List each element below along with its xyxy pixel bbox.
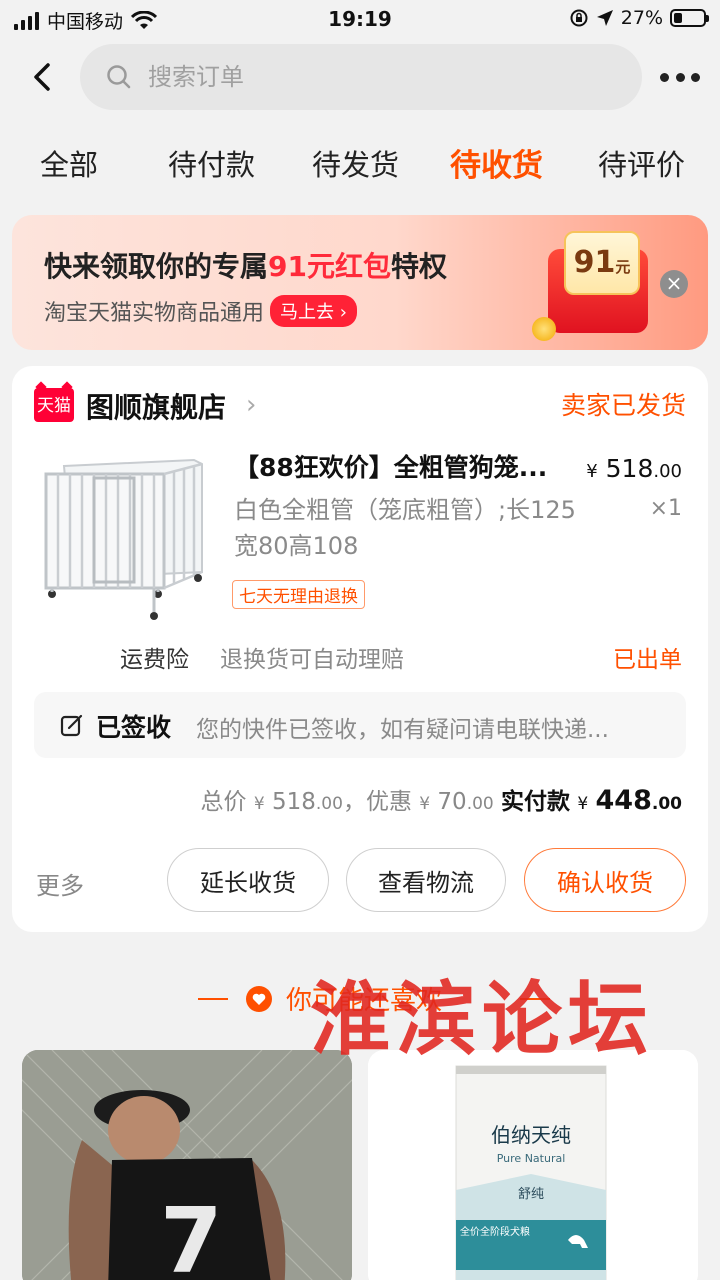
logistics-message: 您的快件已签收，如有疑问请电联快递... [196, 717, 609, 743]
paid-int: 448 [595, 785, 652, 816]
coin-icon [532, 317, 556, 341]
status-bar: 中国移动 19:19 27% [0, 0, 720, 38]
more-options-icon[interactable] [660, 64, 700, 90]
shipping-insurance-label: 运费险 [120, 647, 189, 673]
view-logistics-button[interactable]: 查看物流 [346, 848, 506, 912]
banner-subtitle: 淘宝天猫实物商品通用 马上去 › [44, 295, 357, 327]
logistics-summary[interactable]: 已签收 您的快件已签收，如有疑问请电联快递... [34, 692, 686, 758]
logistics-state: 已签收 [96, 713, 172, 742]
paid-currency: ¥ [577, 794, 589, 814]
banner-title-highlight: 91元红包 [268, 250, 391, 283]
price-currency: ¥ [586, 461, 598, 482]
tab-all[interactable]: 全部 [40, 142, 98, 184]
product-image-tshirt-model: 7 [22, 1050, 352, 1280]
product-title[interactable]: 【88狂欢价】全粗管狗笼... [234, 448, 574, 484]
battery-percent: 27% [620, 7, 663, 29]
order-status: 卖家已发货 [560, 391, 686, 420]
total-label: 总价 [200, 789, 247, 815]
battery-fill [674, 13, 682, 23]
confirm-receipt-button[interactable]: 确认收货 [524, 848, 686, 912]
location-icon [596, 10, 613, 26]
shipping-insurance-status: 已出单 [613, 647, 682, 673]
total-int: 518 [272, 789, 316, 815]
heart-icon [246, 986, 272, 1012]
banner-go-button[interactable]: 马上去 › [270, 295, 357, 327]
banner-subtitle-text: 淘宝天猫实物商品通用 [44, 301, 265, 326]
product-price: ¥ 518.00 [586, 454, 682, 483]
banner-title-suffix: 特权 [390, 250, 447, 283]
forum-watermark: 淮滨论坛 [310, 972, 654, 1066]
rotation-lock-icon [570, 9, 588, 27]
chevron-right-icon[interactable]: › [246, 390, 256, 420]
paid-label: 实付款 [501, 789, 571, 815]
status-right: 27% [569, 7, 709, 29]
product-image-dog-food-bag: 伯纳天纯 Pure Natural 舒纯 全价全阶段犬粮 [368, 1050, 698, 1280]
banner-title: 快来领取你的专属91元红包特权 [44, 245, 447, 285]
order-card: 天猫 图顺旗舰店 › 卖家已发货 【88狂欢价】全粗管狗笼... ¥ 518.0… [12, 366, 708, 932]
product-quantity: ×1 [649, 496, 682, 521]
back-arrow-icon[interactable] [26, 60, 60, 94]
edit-check-icon [60, 714, 83, 737]
discount-dec: .00 [466, 794, 494, 814]
red-packet-unit: 元 [615, 258, 631, 276]
battery-icon [670, 9, 709, 27]
tab-pending-receipt[interactable]: 待收货 [450, 140, 543, 185]
shop-name[interactable]: 图顺旗舰店 [86, 386, 226, 426]
divider-left [198, 998, 228, 1000]
search-input[interactable] [148, 63, 588, 91]
red-packet-banner[interactable]: 快来领取你的专属91元红包特权 淘宝天猫实物商品通用 马上去 › 91元 [12, 215, 708, 350]
recommend-product-card-left[interactable]: 7 [22, 1050, 352, 1280]
dog-food-subline: 舒纯 [518, 1187, 544, 1202]
discount-label: ，优惠 [342, 789, 412, 815]
total-dec: .00 [315, 794, 343, 814]
search-bar[interactable] [80, 44, 642, 110]
product-spec: 白色全粗管（笼底粗管）;长125宽80高108 [234, 496, 576, 560]
more-actions-link[interactable]: 更多 [36, 866, 84, 901]
dog-food-tagline: 全价全阶段犬粮 [460, 1225, 530, 1238]
price-dec: .00 [653, 461, 682, 482]
order-totals: 总价 ¥ 518.00，优惠 ¥ 70.00 实付款 ¥ 448.00 [201, 782, 682, 816]
return-policy-badge: 七天无理由退换 [232, 580, 365, 609]
discount-currency: ¥ [419, 794, 431, 814]
recommend-product-card-right[interactable]: 伯纳天纯 Pure Natural 舒纯 全价全阶段犬粮 [368, 1050, 698, 1280]
tab-pending-shipment[interactable]: 待发货 [312, 142, 399, 184]
tmall-logo-icon: 天猫 [34, 388, 74, 422]
paid-dec: .00 [651, 794, 682, 814]
product-image-dog-cage[interactable] [34, 444, 214, 624]
banner-title-prefix: 快来领取你的专属 [44, 250, 269, 283]
jersey-number: 7 [160, 1189, 223, 1280]
red-packet-amount: 91 [573, 245, 616, 280]
dog-food-brand-en: Pure Natural [497, 1152, 566, 1165]
banner-go-label: 马上去 [280, 302, 335, 323]
price-int: 518 [605, 454, 654, 483]
tab-pending-payment[interactable]: 待付款 [168, 142, 255, 184]
red-packet-icon: 91元 [532, 225, 662, 343]
shipping-insurance-desc: 退换货可自动理赔 [220, 647, 404, 673]
discount-int: 70 [437, 789, 467, 815]
tab-pending-review[interactable]: 待评价 [598, 142, 685, 184]
total-currency: ¥ [253, 794, 265, 814]
search-icon [107, 65, 131, 89]
extend-receipt-button[interactable]: 延长收货 [167, 848, 329, 912]
dog-food-brand: 伯纳天纯 [491, 1123, 571, 1147]
banner-close-icon[interactable]: × [660, 270, 688, 298]
order-tabs: 全部 待付款 待发货 待收货 待评价 [0, 132, 720, 196]
